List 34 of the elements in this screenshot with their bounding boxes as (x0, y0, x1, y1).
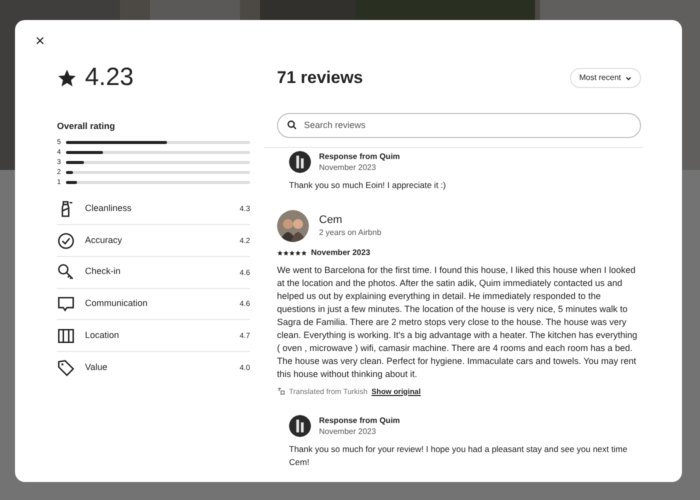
category-name: Cleanliness (85, 202, 133, 216)
response-date: November 2023 (319, 162, 377, 172)
reviewer-tenure: 2 years on Airbnb (319, 227, 382, 238)
category-name: Location (85, 328, 120, 342)
search-icon (287, 120, 297, 130)
map-icon (57, 326, 75, 345)
responder-name: Response from Quim (319, 414, 400, 426)
reviews-count-title: 71 reviews (277, 67, 364, 90)
category-name: Communication (85, 297, 149, 310)
avatar (277, 210, 309, 242)
star-icon (57, 68, 77, 88)
tag-icon (57, 358, 75, 377)
average-score: 4.23 (85, 62, 134, 94)
sort-dropdown[interactable]: Most recent (570, 68, 641, 88)
translate-icon (277, 387, 285, 396)
response-text: Thank you so much for your review! I hope you had a pleasant stay and see you next time Cem! (289, 442, 628, 469)
chevron-down-icon (625, 74, 632, 82)
search-field[interactable]: Search reviews (277, 112, 641, 138)
category-name: Accuracy (85, 234, 124, 247)
review-text: We went to Barcelona for the first time. I found this house, I liked this house when I looked at the location and the photos. After the satin adik, Quim immediately contacted us and helped us out by explaining everything in detail. He immediately responded to the questions in just a few minutes. The location of the house is very nice, 5 minutes walk to Sagra de Familia. There are 2 metro stops very close to the house. The house was very clean. Everything is working. It's a big advantage with a heater. The kitchen has everything ( oven , microwave ) wifi, camasir machine. There are 4 rooms and each room has a bed. The house was very clean. Perfect for hygiene. Immaculate cars and towels. You may rent this house without thinking about it. (277, 264, 638, 380)
speech-bubble-icon (57, 294, 75, 313)
avatar (289, 414, 311, 437)
response-text: Thank you so much Eoin! I appreciate it :) (289, 178, 447, 192)
close-button[interactable]: × (31, 33, 49, 51)
reviewer-name: Cem (319, 213, 344, 227)
overall-rating-label: Overall rating (57, 120, 116, 133)
avatar (289, 150, 311, 172)
key-icon (57, 263, 75, 282)
category-name: Check-in (85, 265, 122, 278)
response-date: November 2023 (319, 426, 377, 437)
review-date: November 2023 (311, 246, 370, 258)
check-circle-icon (57, 232, 75, 250)
category-name: Value (85, 361, 108, 374)
responder-name: Response from Quim (319, 150, 400, 162)
